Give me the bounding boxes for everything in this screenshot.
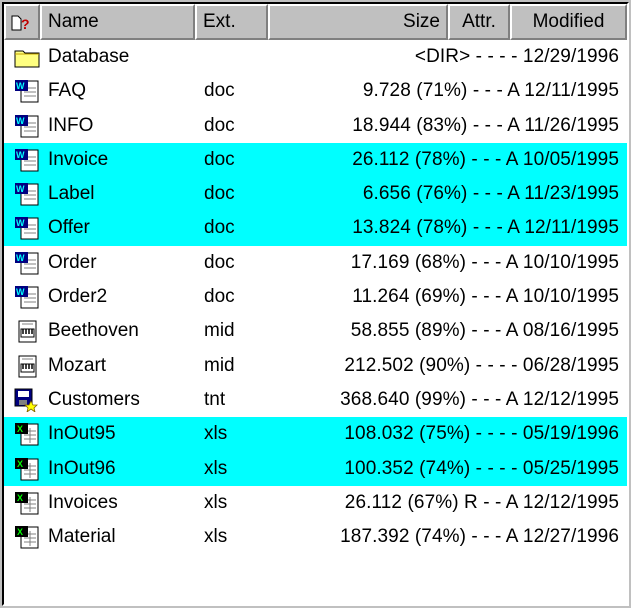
file-row[interactable]: W Order2 doc 11.264 (69%) - - - A 10/10/199… xyxy=(4,280,627,314)
svg-text:W: W xyxy=(16,116,25,126)
excel-sheet-icon: X xyxy=(14,491,40,515)
file-size-attr-modified: 26.112 (67%) R - - A 12/12/1995 xyxy=(344,491,619,513)
column-header-name[interactable]: Name xyxy=(40,4,195,40)
word-document-icon: W xyxy=(14,79,40,103)
svg-text:X: X xyxy=(17,424,23,434)
word-document-icon: W xyxy=(14,251,40,275)
file-size-attr-modified: 6.656 (76%) - - - A 11/23/1995 xyxy=(362,183,619,205)
midi-file-icon xyxy=(14,319,40,343)
svg-text:W: W xyxy=(16,218,25,228)
file-row[interactable]: W Order doc 17.169 (68%) - - - A 10/10/1995 xyxy=(4,246,627,280)
word-document-icon: W xyxy=(14,148,40,172)
column-header-size[interactable]: Size xyxy=(268,4,448,40)
excel-sheet-icon: X xyxy=(14,422,40,446)
word-document-icon: W xyxy=(14,182,40,206)
file-size-attr-modified: <DIR> - - - - 12/29/1996 xyxy=(414,46,619,67)
file-extension: mid xyxy=(204,354,235,376)
svg-text:X: X xyxy=(17,527,23,537)
svg-text:W: W xyxy=(16,81,25,91)
word-document-icon: W xyxy=(14,216,40,240)
excel-sheet-icon: X xyxy=(14,457,40,481)
file-extension: mid xyxy=(204,320,235,342)
midi-file-icon xyxy=(14,354,40,378)
file-extension: xls xyxy=(204,526,228,548)
file-size-attr-modified: 108.032 (75%) - - - - 05/19/1996 xyxy=(344,423,619,445)
svg-text:?: ? xyxy=(21,16,30,32)
file-row[interactable]: X Invoices xls 26.112 (67%) R - - A 12/12/1… xyxy=(4,486,627,520)
word-document-icon: W xyxy=(14,114,40,138)
file-size-attr-modified: 11.264 (69%) - - - A 10/10/1995 xyxy=(352,286,619,308)
file-row[interactable]: X InOut96 xls 100.352 (74%) - - - - 05/25/1… xyxy=(4,451,627,486)
file-row[interactable]: W Offer doc 13.824 (78%) - - - A 12/11/1995 xyxy=(4,211,627,246)
file-name: InOut95 xyxy=(48,423,116,445)
svg-text:X: X xyxy=(17,459,23,469)
file-extension: doc xyxy=(204,217,235,239)
file-row[interactable]: Database <DIR> - - - - 12/29/1996 xyxy=(4,40,627,74)
file-extension: tnt xyxy=(204,388,226,410)
svg-text:W: W xyxy=(16,287,25,297)
file-name: Invoices xyxy=(48,491,118,513)
file-name: Offer xyxy=(48,217,90,239)
svg-text:X: X xyxy=(17,493,23,503)
file-size-attr-modified: 187.392 (74%) - - - A 12/27/1996 xyxy=(340,526,619,548)
file-row[interactable]: Mozart mid 212.502 (90%) - - - - 06/28/199… xyxy=(4,349,627,383)
file-row[interactable]: Customers tnt 368.640 (99%) - - - A 12/12/… xyxy=(4,383,627,417)
file-name: Beethoven xyxy=(48,320,139,342)
file-row[interactable]: W INFO doc 18.944 (83%) - - - A 11/26/1995 xyxy=(4,109,627,143)
file-extension: doc xyxy=(204,286,235,308)
file-row[interactable]: X InOut95 xls 108.032 (75%) - - - - 05/19/1… xyxy=(4,417,627,452)
file-extension: xls xyxy=(204,491,228,513)
file-row[interactable]: W FAQ doc 9.728 (71%) - - - A 12/11/1995 xyxy=(4,74,627,108)
file-row[interactable]: X Material xls 187.392 (74%) - - - A 12/27/… xyxy=(4,520,627,554)
column-header-bar: ? Name Ext. Size Attr. Modified xyxy=(4,4,627,40)
file-name: Database xyxy=(48,46,130,67)
file-extension: doc xyxy=(204,251,235,273)
sort-order-button[interactable]: ? xyxy=(4,4,40,40)
file-size-attr-modified: 100.352 (74%) - - - - 05/25/1995 xyxy=(344,457,619,479)
svg-text:W: W xyxy=(16,184,25,194)
file-name: Order2 xyxy=(48,286,108,308)
file-extension: doc xyxy=(204,148,235,170)
column-header-ext[interactable]: Ext. xyxy=(195,4,268,40)
column-header-modified[interactable]: Modified xyxy=(510,4,627,40)
file-extension: doc xyxy=(204,80,235,102)
file-name: Material xyxy=(48,526,116,548)
file-size-attr-modified: 212.502 (90%) - - - - 06/28/1995 xyxy=(344,354,619,376)
file-name: Mozart xyxy=(48,354,107,376)
folder-icon xyxy=(14,45,40,69)
file-size-attr-modified: 13.824 (78%) - - - A 12/11/1995 xyxy=(352,217,619,239)
file-row[interactable]: W Label doc 6.656 (76%) - - - A 11/23/1995 xyxy=(4,177,627,212)
file-extension: xls xyxy=(204,457,228,479)
file-extension: doc xyxy=(204,114,235,136)
file-extension: xls xyxy=(204,423,228,445)
file-list-panel[interactable]: ? Name Ext. Size Attr. Modified Database… xyxy=(2,2,629,606)
svg-text:W: W xyxy=(16,150,25,160)
file-rows: Database <DIR> - - - - 12/29/1996 W FAQ doc 9… xyxy=(4,40,627,554)
file-size-attr-modified: 9.728 (71%) - - - A 12/11/1995 xyxy=(362,80,619,102)
file-size-attr-modified: 17.169 (68%) - - - A 10/10/1995 xyxy=(350,251,619,273)
word-document-icon: W xyxy=(14,285,40,309)
column-header-attr[interactable]: Attr. xyxy=(448,4,510,40)
file-name: Invoice xyxy=(48,148,109,170)
file-name: Label xyxy=(48,183,95,205)
file-name: Order xyxy=(48,251,97,273)
file-row[interactable]: W Invoice doc 26.112 (78%) - - - A 10/05/19… xyxy=(4,142,627,178)
excel-sheet-icon: X xyxy=(14,525,40,549)
database-file-icon xyxy=(14,388,40,413)
sort-unknown-icon: ? xyxy=(11,15,30,32)
file-size-attr-modified: 368.640 (99%) - - - A 12/12/1995 xyxy=(340,388,619,410)
svg-text:W: W xyxy=(16,253,25,263)
file-name: FAQ xyxy=(48,80,87,102)
file-name: INFO xyxy=(48,114,94,136)
file-size-attr-modified: 58.855 (89%) - - - A 08/16/1995 xyxy=(350,320,619,342)
file-row[interactable]: Beethoven mid 58.855 (89%) - - - A 08/16/1… xyxy=(4,314,627,348)
file-name: InOut96 xyxy=(48,457,116,479)
file-name: Customers xyxy=(48,388,140,410)
file-size-attr-modified: 26.112 (78%) - - - A 10/05/1995 xyxy=(352,148,619,170)
file-size-attr-modified: 18.944 (83%) - - - A 11/26/1995 xyxy=(352,114,619,136)
file-extension: doc xyxy=(204,183,235,205)
